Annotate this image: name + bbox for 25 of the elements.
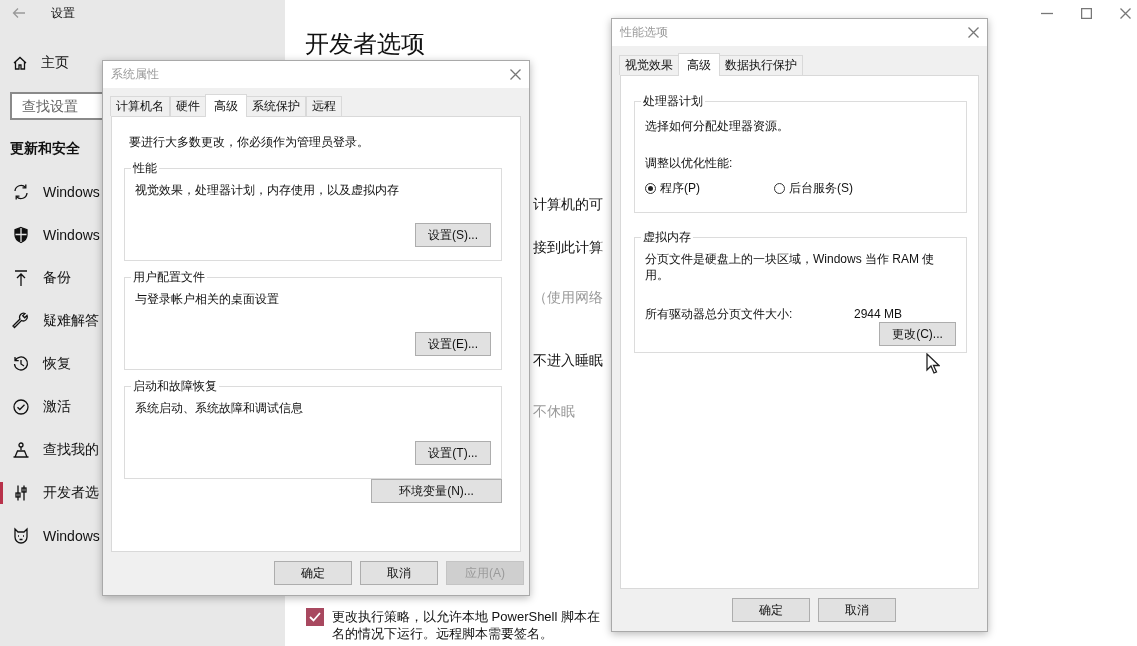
group-description: 视觉效果，处理器计划，内存使用，以及虚拟内存 [135, 182, 399, 198]
group-description: 与登录帐户相关的桌面设置 [135, 291, 279, 307]
setting-text: 不进入睡眠 [533, 351, 603, 370]
group-description: 选择如何分配处理器资源。 [645, 118, 789, 134]
group-title: 用户配置文件 [132, 270, 206, 284]
window-title: 设置 [51, 4, 75, 22]
group-description: 分页文件是硬盘上的一块区域，Windows 当作 RAM 使用。 [645, 251, 936, 283]
field-label: 所有驱动器总分页文件大小: [645, 306, 794, 322]
setting-text: （使用网络 [533, 288, 603, 307]
setting-text: 接到此计算 [533, 238, 603, 257]
dialog-title: 性能选项 [620, 24, 668, 41]
setting-text: 不休眠 [533, 402, 575, 421]
dialog-title: 系统属性 [111, 66, 159, 83]
group-title: 处理器计划 [642, 94, 704, 108]
group-description: 系统启动、系统故障和调试信息 [135, 400, 303, 416]
instruction-text: 要进行大多数更改，你必须作为管理员登录。 [129, 134, 369, 150]
setting-text: 计算机的可 [533, 195, 603, 214]
page-heading: 开发者选项 [305, 30, 425, 58]
section-heading: 更新和安全 [10, 139, 80, 158]
size-value: 2944 MB [854, 306, 903, 322]
group-title: 虚拟内存 [642, 230, 692, 244]
group-title: 启动和故障恢复 [132, 379, 218, 393]
checkbox-label: 更改执行策略，以允许本地 PowerShell 脚本在 名的情况下运行。远程脚本需要签名。 [332, 608, 600, 642]
group-title: 性能 [132, 161, 158, 175]
prompt-text: 调整以优化性能: [645, 155, 733, 171]
